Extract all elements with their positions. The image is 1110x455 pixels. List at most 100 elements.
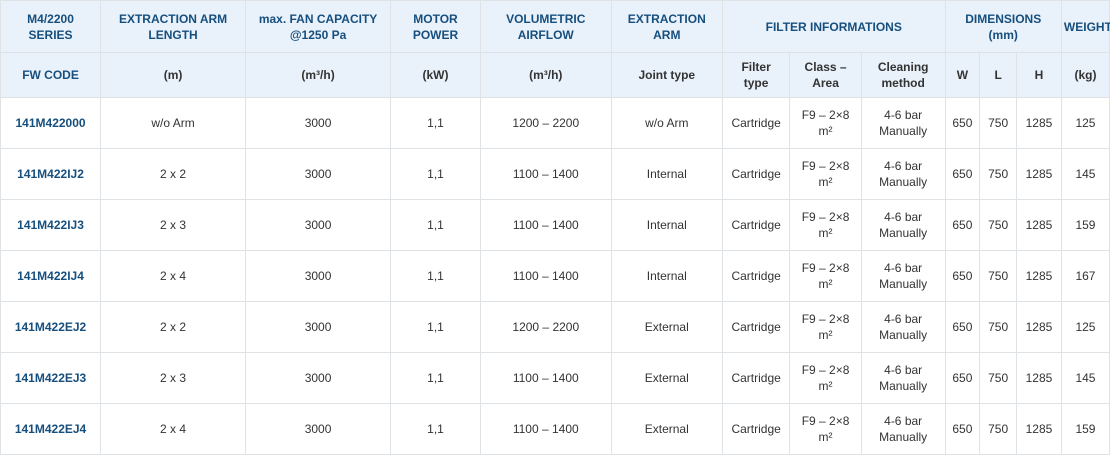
cell-arm-length: 2 x 2 xyxy=(100,148,247,200)
header-filter-info: FILTER INFORMATIONS xyxy=(721,0,946,53)
cell-fan-capacity: 3000 xyxy=(245,199,392,251)
cell-h: 1285 xyxy=(1015,97,1062,149)
header-airflow: VOLUMETRIC AIRFLOW xyxy=(479,0,612,53)
header-fan-capacity-unit: (m³/h) xyxy=(245,52,392,98)
cell-airflow: 1200 – 2200 xyxy=(479,97,612,149)
table-row: 141M422000 w/o Arm 3000 1,1 1200 – 2200 … xyxy=(0,97,1110,149)
cell-class-area: F9 – 2×8 m² xyxy=(789,403,862,455)
table-body: 141M422000 w/o Arm 3000 1,1 1200 – 2200 … xyxy=(0,97,1110,455)
cell-filter-type: Cartridge xyxy=(721,199,791,251)
header-h: H xyxy=(1015,52,1062,98)
header-motor-power-unit: (kW) xyxy=(390,52,481,98)
header-fan-capacity: max. FAN CAPACITY @1250 Pa xyxy=(245,0,392,53)
cell-w: 650 xyxy=(944,250,981,302)
cell-weight: 159 xyxy=(1060,403,1110,455)
cell-arm-length: 2 x 3 xyxy=(100,199,247,251)
cell-l: 750 xyxy=(979,250,1017,302)
cell-cleaning-method: 4-6 bar Manually xyxy=(860,199,946,251)
cell-w: 650 xyxy=(944,301,981,353)
cell-fan-capacity: 3000 xyxy=(245,97,392,149)
cell-airflow: 1100 – 1400 xyxy=(479,199,612,251)
cell-h: 1285 xyxy=(1015,403,1062,455)
cell-fw-code: 141M422EJ2 xyxy=(0,301,102,353)
header-arm-length: EXTRACTION ARM LENGTH xyxy=(100,0,247,53)
table-row: 141M422IJ3 2 x 3 3000 1,1 1100 – 1400 In… xyxy=(0,199,1110,251)
cell-cleaning-method: 4-6 bar Manually xyxy=(860,250,946,302)
cell-joint-type: Internal xyxy=(610,199,723,251)
cell-class-area: F9 – 2×8 m² xyxy=(789,97,862,149)
cell-l: 750 xyxy=(979,301,1017,353)
cell-fw-code: 141M422IJ3 xyxy=(0,199,102,251)
cell-class-area: F9 – 2×8 m² xyxy=(789,352,862,404)
cell-joint-type: External xyxy=(610,301,723,353)
cell-filter-type: Cartridge xyxy=(721,352,791,404)
header-l: L xyxy=(979,52,1017,98)
cell-arm-length: 2 x 3 xyxy=(100,352,247,404)
header-dimensions: DIMENSIONS (mm) xyxy=(944,0,1062,53)
cell-cleaning-method: 4-6 bar Manually xyxy=(860,301,946,353)
cell-joint-type: w/o Arm xyxy=(610,97,723,149)
cell-l: 750 xyxy=(979,352,1017,404)
cell-class-area: F9 – 2×8 m² xyxy=(789,199,862,251)
cell-h: 1285 xyxy=(1015,250,1062,302)
table-header: M4/2200 SERIES EXTRACTION ARM LENGTH max. … xyxy=(0,0,1110,98)
header-row-units: FW CODE (m) (m³/h) (kW) (m³/h) Joint typ… xyxy=(0,52,1110,98)
cell-class-area: F9 – 2×8 m² xyxy=(789,148,862,200)
cell-fw-code: 141M422EJ4 xyxy=(0,403,102,455)
cell-cleaning-method: 4-6 bar Manually xyxy=(860,97,946,149)
cell-class-area: F9 – 2×8 m² xyxy=(789,301,862,353)
header-fw-code: FW CODE xyxy=(0,52,102,98)
header-weight-unit: (kg) xyxy=(1060,52,1110,98)
header-extraction-arm: EXTRACTION ARM xyxy=(610,0,723,53)
cell-fan-capacity: 3000 xyxy=(245,148,392,200)
cell-airflow: 1100 – 1400 xyxy=(479,250,612,302)
header-arm-length-unit: (m) xyxy=(100,52,247,98)
cell-fan-capacity: 3000 xyxy=(245,352,392,404)
table-row: 141M422IJ4 2 x 4 3000 1,1 1100 – 1400 In… xyxy=(0,250,1110,302)
cell-arm-length: w/o Arm xyxy=(100,97,247,149)
cell-w: 650 xyxy=(944,148,981,200)
cell-fw-code: 141M422EJ3 xyxy=(0,352,102,404)
cell-fw-code: 141M422000 xyxy=(0,97,102,149)
cell-h: 1285 xyxy=(1015,352,1062,404)
header-row-titles: M4/2200 SERIES EXTRACTION ARM LENGTH max. … xyxy=(0,0,1110,53)
table-row: 141M422EJ2 2 x 2 3000 1,1 1200 – 2200 Ex… xyxy=(0,301,1110,353)
spec-table: M4/2200 SERIES EXTRACTION ARM LENGTH max. … xyxy=(0,0,1110,455)
cell-l: 750 xyxy=(979,97,1017,149)
cell-fan-capacity: 3000 xyxy=(245,250,392,302)
table-row: 141M422IJ2 2 x 2 3000 1,1 1100 – 1400 In… xyxy=(0,148,1110,200)
cell-arm-length: 2 x 4 xyxy=(100,403,247,455)
cell-h: 1285 xyxy=(1015,148,1062,200)
cell-l: 750 xyxy=(979,199,1017,251)
cell-airflow: 1100 – 1400 xyxy=(479,352,612,404)
cell-fw-code: 141M422IJ2 xyxy=(0,148,102,200)
cell-airflow: 1100 – 1400 xyxy=(479,403,612,455)
cell-joint-type: Internal xyxy=(610,250,723,302)
cell-w: 650 xyxy=(944,199,981,251)
header-motor-power: MOTOR POWER xyxy=(390,0,481,53)
cell-joint-type: External xyxy=(610,352,723,404)
cell-fw-code: 141M422IJ4 xyxy=(0,250,102,302)
cell-w: 650 xyxy=(944,352,981,404)
cell-arm-length: 2 x 4 xyxy=(100,250,247,302)
cell-weight: 159 xyxy=(1060,199,1110,251)
cell-filter-type: Cartridge xyxy=(721,148,791,200)
cell-motor-power: 1,1 xyxy=(390,199,481,251)
header-filter-type: Filter type xyxy=(721,52,791,98)
cell-weight: 125 xyxy=(1060,301,1110,353)
cell-cleaning-method: 4-6 bar Manually xyxy=(860,148,946,200)
header-airflow-unit: (m³/h) xyxy=(479,52,612,98)
cell-w: 650 xyxy=(944,403,981,455)
header-series: M4/2200 SERIES xyxy=(0,0,102,53)
cell-h: 1285 xyxy=(1015,301,1062,353)
cell-h: 1285 xyxy=(1015,199,1062,251)
cell-arm-length: 2 x 2 xyxy=(100,301,247,353)
cell-weight: 145 xyxy=(1060,352,1110,404)
cell-fan-capacity: 3000 xyxy=(245,403,392,455)
cell-filter-type: Cartridge xyxy=(721,403,791,455)
cell-airflow: 1100 – 1400 xyxy=(479,148,612,200)
header-class-area: Class – Area xyxy=(789,52,862,98)
cell-airflow: 1200 – 2200 xyxy=(479,301,612,353)
cell-weight: 125 xyxy=(1060,97,1110,149)
cell-fan-capacity: 3000 xyxy=(245,301,392,353)
